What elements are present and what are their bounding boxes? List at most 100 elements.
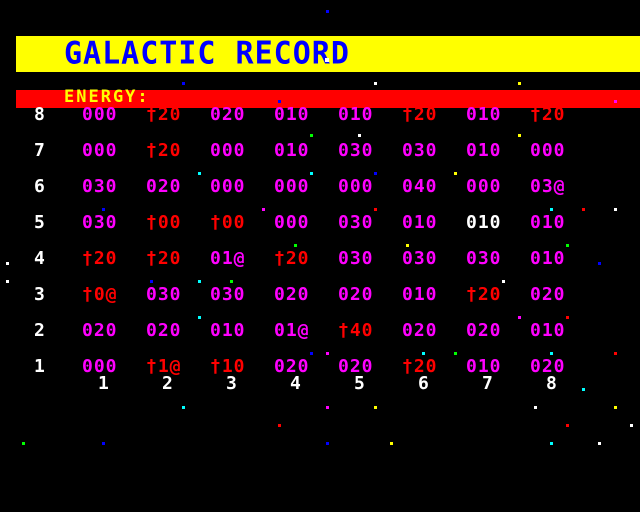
- star-dot: [518, 316, 521, 319]
- sector-cell: 010: [338, 104, 374, 125]
- star-dot: [566, 316, 569, 319]
- sector-cell: 030: [402, 248, 438, 269]
- sector-cell: 030: [338, 248, 374, 269]
- sector-cell: 010: [530, 320, 566, 341]
- star-dot: [182, 82, 185, 85]
- column-label: 2: [162, 373, 174, 394]
- star-dot: [294, 244, 297, 247]
- sector-cell: 03@: [530, 176, 566, 197]
- star-dot: [198, 172, 201, 175]
- sector-cell: †20: [402, 104, 438, 125]
- star-dot: [326, 442, 329, 445]
- star-dot: [598, 262, 601, 265]
- star-dot: [22, 442, 25, 445]
- sector-cell: 010: [530, 248, 566, 269]
- sector-cell: 030: [146, 284, 182, 305]
- star-dot: [262, 208, 265, 211]
- star-dot: [550, 352, 553, 355]
- star-dot: [374, 406, 377, 409]
- star-dot: [102, 442, 105, 445]
- sector-cell: 010: [402, 212, 438, 233]
- sector-cell: 000: [274, 212, 310, 233]
- sector-cell: †20: [274, 248, 310, 269]
- column-label: 1: [98, 373, 110, 394]
- star-dot: [150, 280, 153, 283]
- sector-cell: 010: [210, 320, 246, 341]
- sector-cell: 000: [338, 176, 374, 197]
- sector-cell: 010: [402, 284, 438, 305]
- star-dot: [614, 208, 617, 211]
- row-label: 6: [34, 176, 46, 197]
- star-dot: [534, 406, 537, 409]
- sector-cell: 030: [466, 248, 502, 269]
- star-dot: [6, 280, 9, 283]
- row-label: 2: [34, 320, 46, 341]
- star-dot: [454, 352, 457, 355]
- sector-cell: 030: [82, 176, 118, 197]
- sector-cell: †20: [146, 140, 182, 161]
- star-dot: [326, 406, 329, 409]
- sector-cell: 000: [466, 176, 502, 197]
- star-dot: [230, 280, 233, 283]
- sector-cell: 020: [530, 284, 566, 305]
- star-dot: [454, 172, 457, 175]
- star-dot: [518, 82, 521, 85]
- sector-cell: 020: [146, 320, 182, 341]
- star-dot: [582, 208, 585, 211]
- star-dot: [614, 100, 617, 103]
- sector-cell: 020: [402, 320, 438, 341]
- row-label: 5: [34, 212, 46, 233]
- star-dot: [374, 82, 377, 85]
- row-label: 4: [34, 248, 46, 269]
- sector-cell: 010: [466, 140, 502, 161]
- sector-cell: 010: [466, 212, 502, 233]
- star-dot: [502, 280, 505, 283]
- sector-cell: 000: [210, 176, 246, 197]
- sector-cell: 000: [82, 140, 118, 161]
- sector-cell: 000: [274, 176, 310, 197]
- star-dot: [278, 100, 281, 103]
- sector-cell: †20: [82, 248, 118, 269]
- sector-cell: 000: [530, 140, 566, 161]
- column-label: 7: [482, 373, 494, 394]
- sector-cell: 030: [210, 284, 246, 305]
- star-dot: [6, 262, 9, 265]
- text-cursor: [325, 58, 329, 62]
- star-dot: [310, 172, 313, 175]
- column-label: 5: [354, 373, 366, 394]
- sector-cell: 010: [274, 104, 310, 125]
- star-dot: [614, 406, 617, 409]
- sector-cell: 030: [338, 212, 374, 233]
- star-dot: [326, 10, 329, 13]
- star-dot: [278, 424, 281, 427]
- star-dot: [102, 208, 105, 211]
- star-dot: [310, 134, 313, 137]
- star-dot: [358, 134, 361, 137]
- sector-cell: 01@: [210, 248, 246, 269]
- star-dot: [198, 280, 201, 283]
- star-dot: [550, 442, 553, 445]
- sector-cell: †00: [146, 212, 182, 233]
- row-label: 8: [34, 104, 46, 125]
- row-label: 1: [34, 356, 46, 377]
- sector-cell: 020: [82, 320, 118, 341]
- star-dot: [582, 388, 585, 391]
- star-dot: [326, 352, 329, 355]
- star-dot: [614, 352, 617, 355]
- sector-cell: 000: [210, 140, 246, 161]
- star-dot: [390, 442, 393, 445]
- star-dot: [374, 208, 377, 211]
- star-dot: [374, 172, 377, 175]
- column-label: 6: [418, 373, 430, 394]
- star-dot: [182, 406, 185, 409]
- star-dot: [310, 352, 313, 355]
- sector-cell: 020: [466, 320, 502, 341]
- star-dot: [406, 244, 409, 247]
- sector-cell: †20: [146, 248, 182, 269]
- sector-cell: 030: [338, 140, 374, 161]
- row-label: 7: [34, 140, 46, 161]
- sector-cell: †20: [466, 284, 502, 305]
- sector-cell: †20: [530, 104, 566, 125]
- star-dot: [518, 134, 521, 137]
- row-label: 3: [34, 284, 46, 305]
